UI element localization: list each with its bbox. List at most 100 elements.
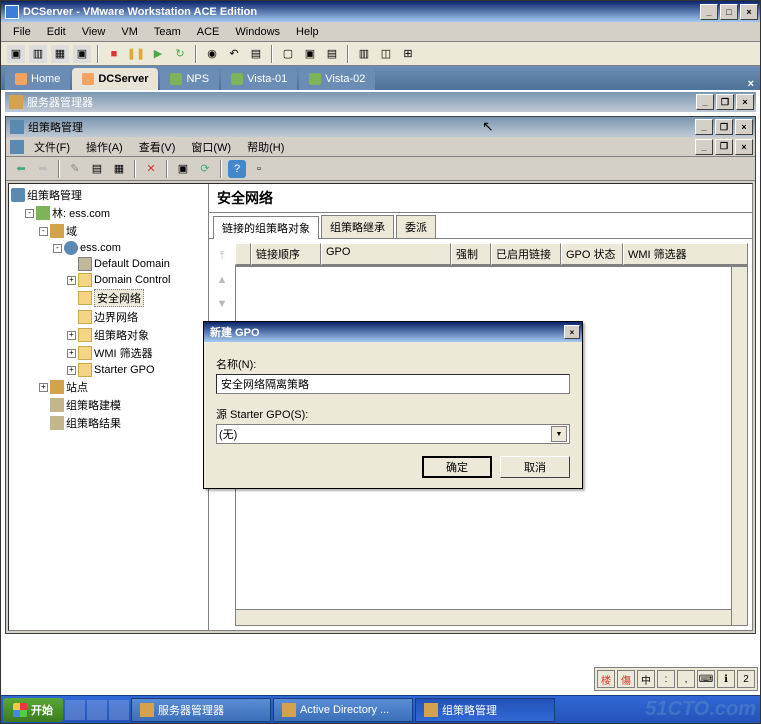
gp-tree[interactable]: 组策略管理 -林: ess.com -域 -ess.com Default Do… <box>9 184 209 630</box>
props-icon[interactable]: ▣ <box>174 160 192 178</box>
tree-ou-secure[interactable]: 安全网络 <box>11 288 206 308</box>
gp-menu-help[interactable]: 帮助(H) <box>241 137 290 157</box>
tab-vista02[interactable]: Vista-02 <box>299 68 375 90</box>
help-icon[interactable]: ? <box>228 160 246 178</box>
tree-wmi[interactable]: +WMI 筛选器 <box>11 344 206 362</box>
ime-btn[interactable]: 楼 <box>597 670 615 688</box>
view6-icon[interactable]: ⊞ <box>399 45 417 63</box>
ime-btn[interactable]: 中 <box>637 670 655 688</box>
start-button[interactable]: 开始 <box>3 698 63 722</box>
ime-btn[interactable]: , <box>677 670 695 688</box>
power-off-icon[interactable]: ▣ <box>7 45 25 63</box>
dialog-close-button[interactable]: × <box>564 325 580 339</box>
col-wmi[interactable]: WMI 筛选器 <box>623 243 748 265</box>
tree-forest[interactable]: -林: ess.com <box>11 204 206 222</box>
view2-icon[interactable]: ▣ <box>301 45 319 63</box>
move-down-icon[interactable]: ▼ <box>213 295 231 313</box>
tree-sites[interactable]: +站点 <box>11 378 206 396</box>
back-icon[interactable]: ⬅ <box>12 160 30 178</box>
delete-icon[interactable]: ✕ <box>142 160 160 178</box>
fullscr-icon[interactable]: ▣ <box>73 45 91 63</box>
tree-ou-dc[interactable]: +Domain Control <box>11 272 206 288</box>
list-icon[interactable]: ▦ <box>110 160 128 178</box>
menu-vm[interactable]: VM <box>113 24 146 40</box>
gp-menu-action[interactable]: 操作(A) <box>80 137 129 157</box>
maximize-button[interactable]: □ <box>720 4 738 20</box>
tree-ou-boundary[interactable]: 边界网络 <box>11 308 206 326</box>
restore-button[interactable]: ❐ <box>716 94 734 110</box>
gp-menu-view[interactable]: 查看(V) <box>133 137 182 157</box>
col-link-order[interactable]: 链接顺序 <box>251 243 321 265</box>
up-icon[interactable]: ✎ <box>66 160 84 178</box>
close-button[interactable]: × <box>735 119 753 135</box>
menu-ace[interactable]: ACE <box>189 24 228 40</box>
tab-vista01[interactable]: Vista-01 <box>221 68 297 90</box>
source-dropdown[interactable]: (无) ▼ <box>216 424 570 444</box>
tree-gp-objects[interactable]: +组策略对象 <box>11 326 206 344</box>
play-icon[interactable]: ▶ <box>149 45 167 63</box>
detail-tab-inherit[interactable]: 组策略继承 <box>321 215 394 238</box>
ok-button[interactable]: 确定 <box>422 456 492 478</box>
quicklaunch-icon[interactable] <box>109 700 129 720</box>
close-button[interactable]: × <box>740 4 758 20</box>
forward-icon[interactable]: ➡ <box>34 160 52 178</box>
tree-root[interactable]: 组策略管理 <box>11 186 206 204</box>
ime-btn[interactable]: 2 <box>737 670 755 688</box>
col-blank[interactable] <box>235 243 251 265</box>
menu-team[interactable]: Team <box>146 24 189 40</box>
quicklaunch-icon[interactable] <box>65 700 85 720</box>
reset-icon[interactable]: ↻ <box>171 45 189 63</box>
col-status[interactable]: GPO 状态 <box>561 243 623 265</box>
expand-toggle[interactable]: + <box>67 276 76 285</box>
detail-tab-delegate[interactable]: 委派 <box>396 215 436 238</box>
move-up-icon[interactable]: ▲ <box>213 271 231 289</box>
minimize-button[interactable]: _ <box>700 4 718 20</box>
quicklaunch-icon[interactable] <box>87 700 107 720</box>
mdi-min-button[interactable]: _ <box>695 139 713 155</box>
taskbar-item-server-mgr[interactable]: 服务器管理器 <box>131 698 271 722</box>
min-button[interactable]: _ <box>695 119 713 135</box>
stop-icon[interactable]: ■ <box>105 45 123 63</box>
expand-toggle[interactable]: + <box>67 349 76 358</box>
detail-tab-linked[interactable]: 链接的组策略对象 <box>213 216 319 239</box>
mdi-close-button[interactable]: × <box>735 139 753 155</box>
expand-toggle[interactable]: + <box>67 366 76 375</box>
ime-btn[interactable]: 傷 <box>617 670 635 688</box>
properties-icon[interactable]: ▤ <box>88 160 106 178</box>
view4-icon[interactable]: ▥ <box>355 45 373 63</box>
snapshot-icon[interactable]: ◉ <box>203 45 221 63</box>
pause-icon[interactable]: ❚❚ <box>127 45 145 63</box>
tree-domains[interactable]: -域 <box>11 222 206 240</box>
restore-button[interactable]: ❐ <box>715 119 733 135</box>
menu-windows[interactable]: Windows <box>227 24 288 40</box>
col-enabled[interactable]: 已启用链接 <box>491 243 561 265</box>
tab-close-button[interactable]: × <box>742 78 760 90</box>
expand-toggle[interactable]: + <box>67 331 76 340</box>
col-gpo[interactable]: GPO <box>321 243 451 265</box>
menu-view[interactable]: View <box>74 24 114 40</box>
col-enforce[interactable]: 强制 <box>451 243 491 265</box>
tree-starter[interactable]: +Starter GPO <box>11 362 206 378</box>
min-button[interactable]: _ <box>696 94 714 110</box>
manage-snap-icon[interactable]: ▤ <box>247 45 265 63</box>
expand-toggle[interactable]: - <box>53 244 62 253</box>
gp-menu-window[interactable]: 窗口(W) <box>185 137 237 157</box>
ime-info-icon[interactable]: ℹ <box>717 670 735 688</box>
sidebar-icon[interactable]: ▥ <box>29 45 47 63</box>
tree-domain[interactable]: -ess.com <box>11 240 206 256</box>
menu-file[interactable]: File <box>5 24 39 40</box>
expand-toggle[interactable]: + <box>39 383 48 392</box>
tree-modeling[interactable]: 组策略建模 <box>11 396 206 414</box>
tab-home[interactable]: Home <box>5 68 70 90</box>
name-input[interactable] <box>216 374 570 394</box>
mdi-restore-button[interactable]: ❐ <box>715 139 733 155</box>
ime-btn[interactable]: : <box>657 670 675 688</box>
thumbnail-icon[interactable]: ▦ <box>51 45 69 63</box>
close-button[interactable]: × <box>736 94 754 110</box>
view1-icon[interactable]: ▢ <box>279 45 297 63</box>
expand-toggle[interactable]: - <box>39 227 48 236</box>
vertical-scrollbar[interactable] <box>731 267 747 625</box>
cancel-button[interactable]: 取消 <box>500 456 570 478</box>
ime-keyboard-icon[interactable]: ⌨ <box>697 670 715 688</box>
ime-toolbar[interactable]: 楼 傷 中 : , ⌨ ℹ 2 <box>594 667 758 691</box>
